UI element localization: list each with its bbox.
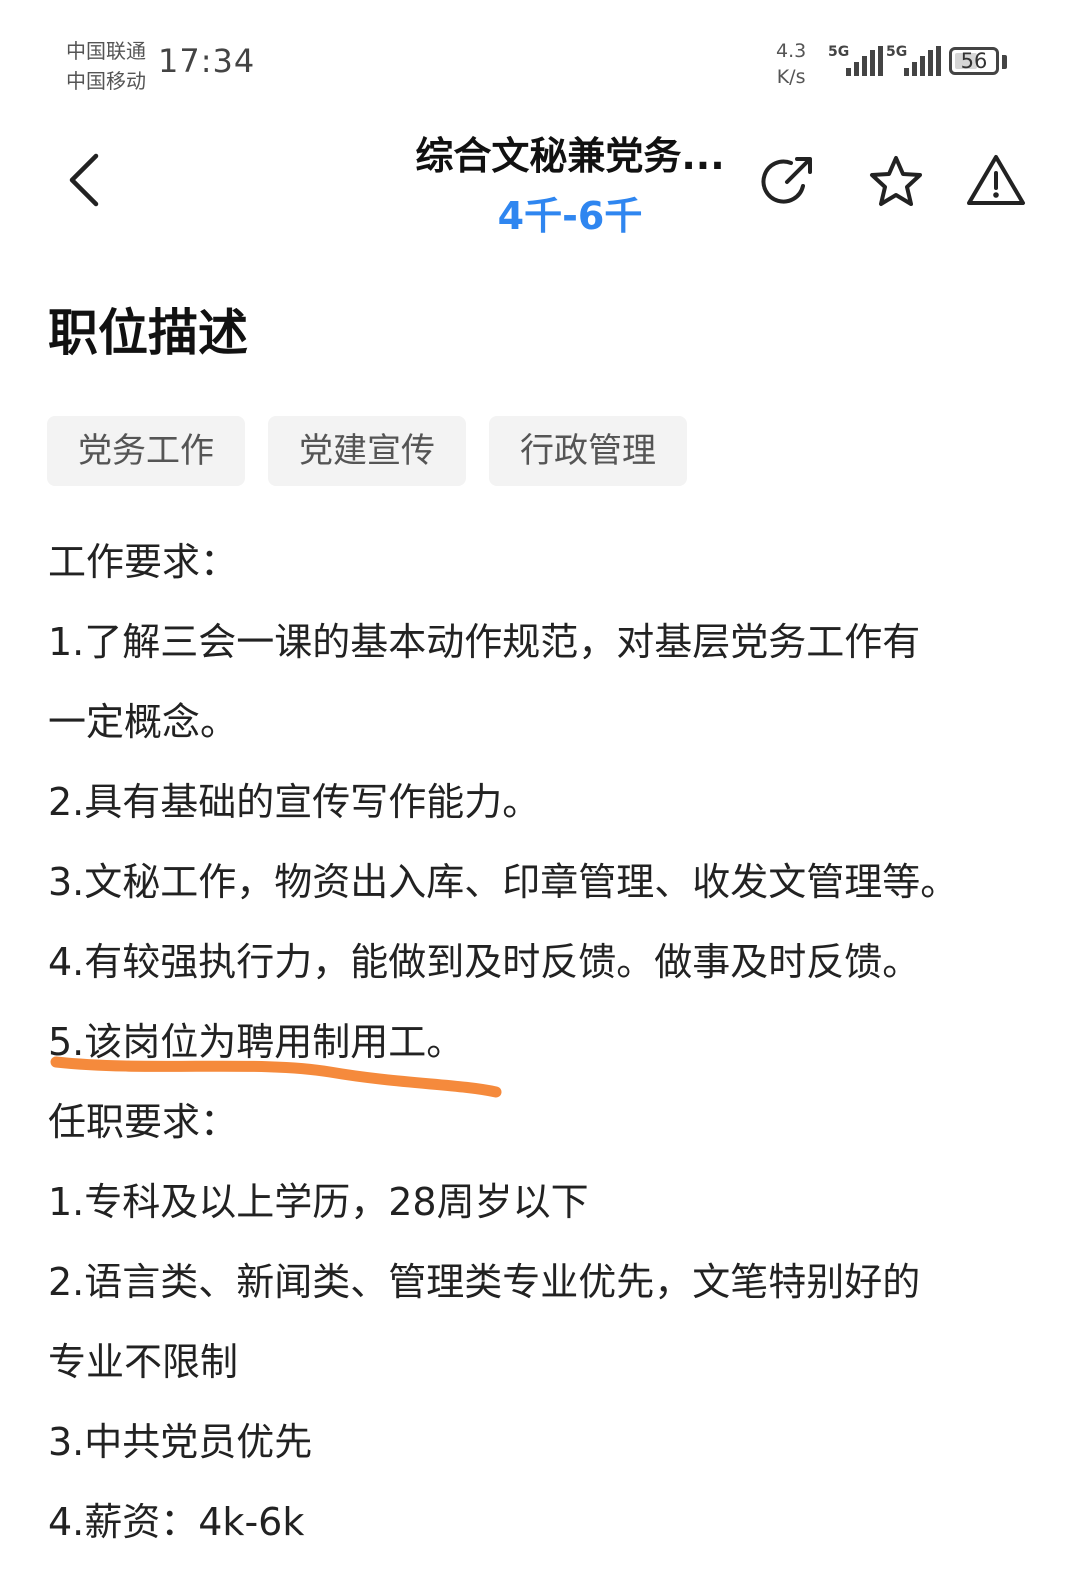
- share-icon: [761, 157, 812, 204]
- description-line: 1.专科及以上学历，28周岁以下: [48, 1180, 589, 1224]
- description-line: 3.文秘工作，物资出入库、印章管理、收发文管理等。: [48, 860, 959, 904]
- battery-tip: [1002, 55, 1007, 69]
- tag-chip: 党务工作: [47, 416, 245, 486]
- description-line: 3.中共党员优先: [48, 1420, 313, 1464]
- salary-range: 4千-6千: [497, 194, 643, 238]
- tag-list: 党务工作 党建宣传 行政管理: [47, 416, 687, 486]
- description-line: 2.语言类、新闻类、管理类专业优先，文笔特别好的: [48, 1260, 921, 1304]
- description-line: 1.了解三会一课的基本动作规范，对基层党务工作有: [48, 620, 921, 664]
- tag-chip: 行政管理: [489, 416, 687, 486]
- description-line: 工作要求：: [48, 540, 239, 584]
- description-line: 任职要求：: [48, 1100, 239, 1144]
- description-line: 4.有较强执行力，能做到及时反馈。做事及时反馈。: [48, 940, 921, 984]
- star-icon: [870, 156, 922, 206]
- battery-level: 56: [960, 49, 988, 73]
- battery-icon: 56: [949, 47, 999, 75]
- back-arrow-icon: [69, 153, 99, 207]
- network-speed: 4.3 K/s: [776, 38, 806, 90]
- share-button[interactable]: [757, 152, 817, 212]
- carrier-names: 中国联通 中国移动: [66, 36, 146, 96]
- favorite-button[interactable]: [866, 152, 926, 212]
- section-title: 职位描述: [48, 304, 248, 362]
- network-speed-value: 4.3: [776, 40, 807, 62]
- job-title: 综合文秘兼党务...: [415, 134, 725, 178]
- status-time: 17:34: [158, 42, 256, 80]
- header-title-block: 综合文秘兼党务... 4千-6千: [340, 128, 800, 244]
- warning-icon: [967, 155, 1025, 205]
- status-bar: 中国联通 中国移动 17:34 4.3 K/s 5G 5G 56: [0, 0, 1080, 110]
- back-button[interactable]: [56, 150, 116, 210]
- network-speed-unit: K/s: [776, 66, 806, 88]
- carrier-2: 中国移动: [66, 69, 146, 93]
- carrier-1: 中国联通: [66, 39, 146, 63]
- description-line: 4.薪资：4k-6k: [48, 1500, 305, 1544]
- description-line: 一定概念。: [48, 700, 239, 744]
- job-description: 工作要求： 1.了解三会一课的基本动作规范，对基层党务工作有 一定概念。 2.具…: [48, 522, 1038, 1562]
- tag-chip: 党建宣传: [268, 416, 466, 486]
- report-button[interactable]: [966, 152, 1026, 212]
- description-line: 2.具有基础的宣传写作能力。: [48, 780, 541, 824]
- description-line: 5.该岗位为聘用制用工。: [48, 1020, 465, 1064]
- description-line: 专业不限制: [48, 1340, 239, 1384]
